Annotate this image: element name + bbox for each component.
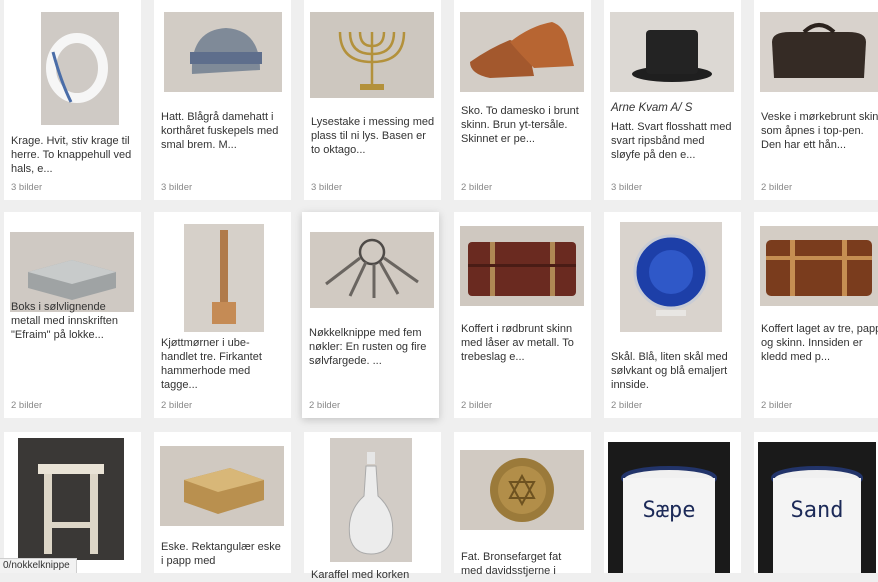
object-description[interactable]: Sko. To damesko i brunt skinn. Brun yt-t… bbox=[461, 104, 585, 146]
status-bar-url: 0/nokkelknippe bbox=[0, 558, 77, 573]
object-card-hatt-dame[interactable]: Hatt. Blågrå damehatt i korthåret fuskep… bbox=[154, 0, 291, 200]
object-card-karaffel[interactable]: Karaffel med korken bbox=[304, 432, 441, 581]
cardboard-box-icon bbox=[184, 468, 264, 514]
bronze-plate-icon bbox=[490, 458, 554, 522]
object-description[interactable]: Kjøttmørner i ube-handlet tre. Firkantet… bbox=[161, 336, 285, 392]
object-card-koffert-tre[interactable]: Koffert laget av tre, papp og skinn. Inn… bbox=[754, 212, 878, 418]
ladies-hat-icon bbox=[190, 28, 262, 74]
image-count: 2 bilder bbox=[611, 400, 643, 411]
jar-label: Sand bbox=[790, 498, 844, 523]
object-card-fat[interactable]: Fat. Bronsefarget fat med davidsstjerne … bbox=[454, 432, 591, 577]
image-count: 2 bilder bbox=[161, 400, 193, 411]
image-count: 2 bilder bbox=[461, 400, 493, 411]
object-thumbnail[interactable] bbox=[460, 226, 584, 306]
doctor-bag-icon bbox=[772, 23, 866, 78]
object-card-nokkelknippe[interactable]: Nøkkelknippe med fem nøkler: En rusten o… bbox=[302, 212, 439, 418]
object-description[interactable]: Skål. Blå, liten skål med sølvkant og bl… bbox=[611, 350, 735, 392]
object-thumbnail[interactable] bbox=[460, 450, 584, 530]
carafe-icon bbox=[348, 452, 394, 555]
suitcase-icon bbox=[468, 242, 576, 296]
object-description[interactable]: Koffert i rødbrunt skinn med låser av me… bbox=[461, 322, 585, 364]
object-description[interactable]: Boks i sølvlignende metall med innskrift… bbox=[11, 300, 135, 342]
object-description[interactable]: Krage. Hvit, stiv krage til herre. To kn… bbox=[11, 134, 135, 176]
image-count: 3 bilder bbox=[11, 182, 43, 193]
object-description[interactable]: Karaffel med korken bbox=[311, 568, 435, 582]
shoes-icon bbox=[470, 22, 574, 78]
image-count: 3 bilder bbox=[311, 182, 343, 193]
image-count: 2 bilder bbox=[309, 400, 341, 411]
top-hat-icon bbox=[632, 30, 712, 82]
object-description[interactable]: Koffert laget av tre, papp og skinn. Inn… bbox=[761, 322, 878, 364]
object-card-saepe[interactable]: Sæpe bbox=[604, 432, 741, 573]
image-count: 2 bilder bbox=[761, 400, 793, 411]
object-thumbnail[interactable] bbox=[610, 12, 734, 92]
object-card-krakk[interactable] bbox=[4, 432, 141, 573]
object-grid: Krage. Hvit, stiv krage til herre. To kn… bbox=[0, 0, 878, 581]
object-thumbnail[interactable] bbox=[760, 12, 878, 92]
object-thumbnail[interactable] bbox=[460, 12, 584, 92]
trunk-icon bbox=[766, 240, 872, 296]
object-thumbnail[interactable] bbox=[310, 12, 434, 98]
object-thumbnail[interactable] bbox=[330, 438, 412, 562]
blue-bowl-icon bbox=[633, 234, 709, 316]
object-thumbnail[interactable] bbox=[620, 222, 722, 332]
object-thumbnail[interactable] bbox=[184, 224, 264, 332]
stool-icon bbox=[38, 464, 104, 554]
object-card-skal[interactable]: Skål. Blå, liten skål med sølvkant og bl… bbox=[604, 212, 741, 418]
artist-name: Arne Kvam A/ S bbox=[611, 102, 693, 114]
object-card-sko[interactable]: Sko. To damesko i brunt skinn. Brun yt-t… bbox=[454, 0, 591, 200]
object-description[interactable]: Hatt. Blågrå damehatt i korthåret fuskep… bbox=[161, 110, 285, 152]
object-thumbnail[interactable] bbox=[160, 446, 284, 526]
object-card-lysestake[interactable]: Lysestake i messing med plass til ni lys… bbox=[304, 0, 441, 200]
object-description[interactable]: Veske i mørkebrunt skinn som åpnes i top… bbox=[761, 110, 878, 152]
image-count: 3 bilder bbox=[611, 182, 643, 193]
object-thumbnail[interactable] bbox=[18, 438, 124, 560]
object-description[interactable]: Eske. Rektangulær eske i papp med bbox=[161, 540, 285, 568]
object-card-sand[interactable]: Sand bbox=[754, 432, 878, 573]
object-thumbnail[interactable] bbox=[310, 232, 434, 308]
object-card-kjottmorner[interactable]: Kjøttmørner i ube-handlet tre. Firkantet… bbox=[154, 212, 291, 418]
image-count: 2 bilder bbox=[761, 182, 793, 193]
object-description[interactable]: Fat. Bronsefarget fat med davidsstjerne … bbox=[461, 550, 585, 578]
menorah-icon bbox=[338, 31, 406, 90]
object-description[interactable]: Hatt. Svart flosshatt med svart ripsbånd… bbox=[611, 120, 735, 162]
object-thumbnail[interactable] bbox=[760, 226, 878, 306]
object-card-koffert-rodbrunt[interactable]: Koffert i rødbrunt skinn med låser av me… bbox=[454, 212, 591, 418]
object-description[interactable]: Nøkkelknippe med fem nøkler: En rusten o… bbox=[309, 326, 433, 368]
object-description[interactable]: Lysestake i messing med plass til ni lys… bbox=[311, 115, 435, 157]
mallet-icon bbox=[212, 230, 236, 324]
image-count: 3 bilder bbox=[161, 182, 193, 193]
object-thumbnail[interactable] bbox=[164, 12, 282, 92]
object-card-krage[interactable]: Krage. Hvit, stiv krage til herre. To kn… bbox=[4, 0, 141, 200]
object-thumbnail[interactable] bbox=[41, 12, 119, 125]
jar-label: Sæpe bbox=[642, 498, 696, 523]
object-card-boks[interactable]: Boks i sølvlignende metall med innskrift… bbox=[4, 212, 141, 418]
object-card-flosshatt[interactable]: Arne Kvam A/ S Hatt. Svart flosshatt med… bbox=[604, 0, 741, 200]
keys-icon bbox=[325, 238, 419, 298]
object-thumbnail[interactable]: Sæpe bbox=[608, 442, 730, 573]
collar-icon bbox=[46, 33, 108, 103]
image-count: 2 bilder bbox=[11, 400, 43, 411]
object-card-eske[interactable]: Eske. Rektangulær eske i papp med bbox=[154, 432, 291, 573]
image-count: 2 bilder bbox=[461, 182, 493, 193]
object-card-veske[interactable]: Veske i mørkebrunt skinn som åpnes i top… bbox=[754, 0, 878, 200]
object-thumbnail[interactable]: Sand bbox=[758, 442, 876, 573]
